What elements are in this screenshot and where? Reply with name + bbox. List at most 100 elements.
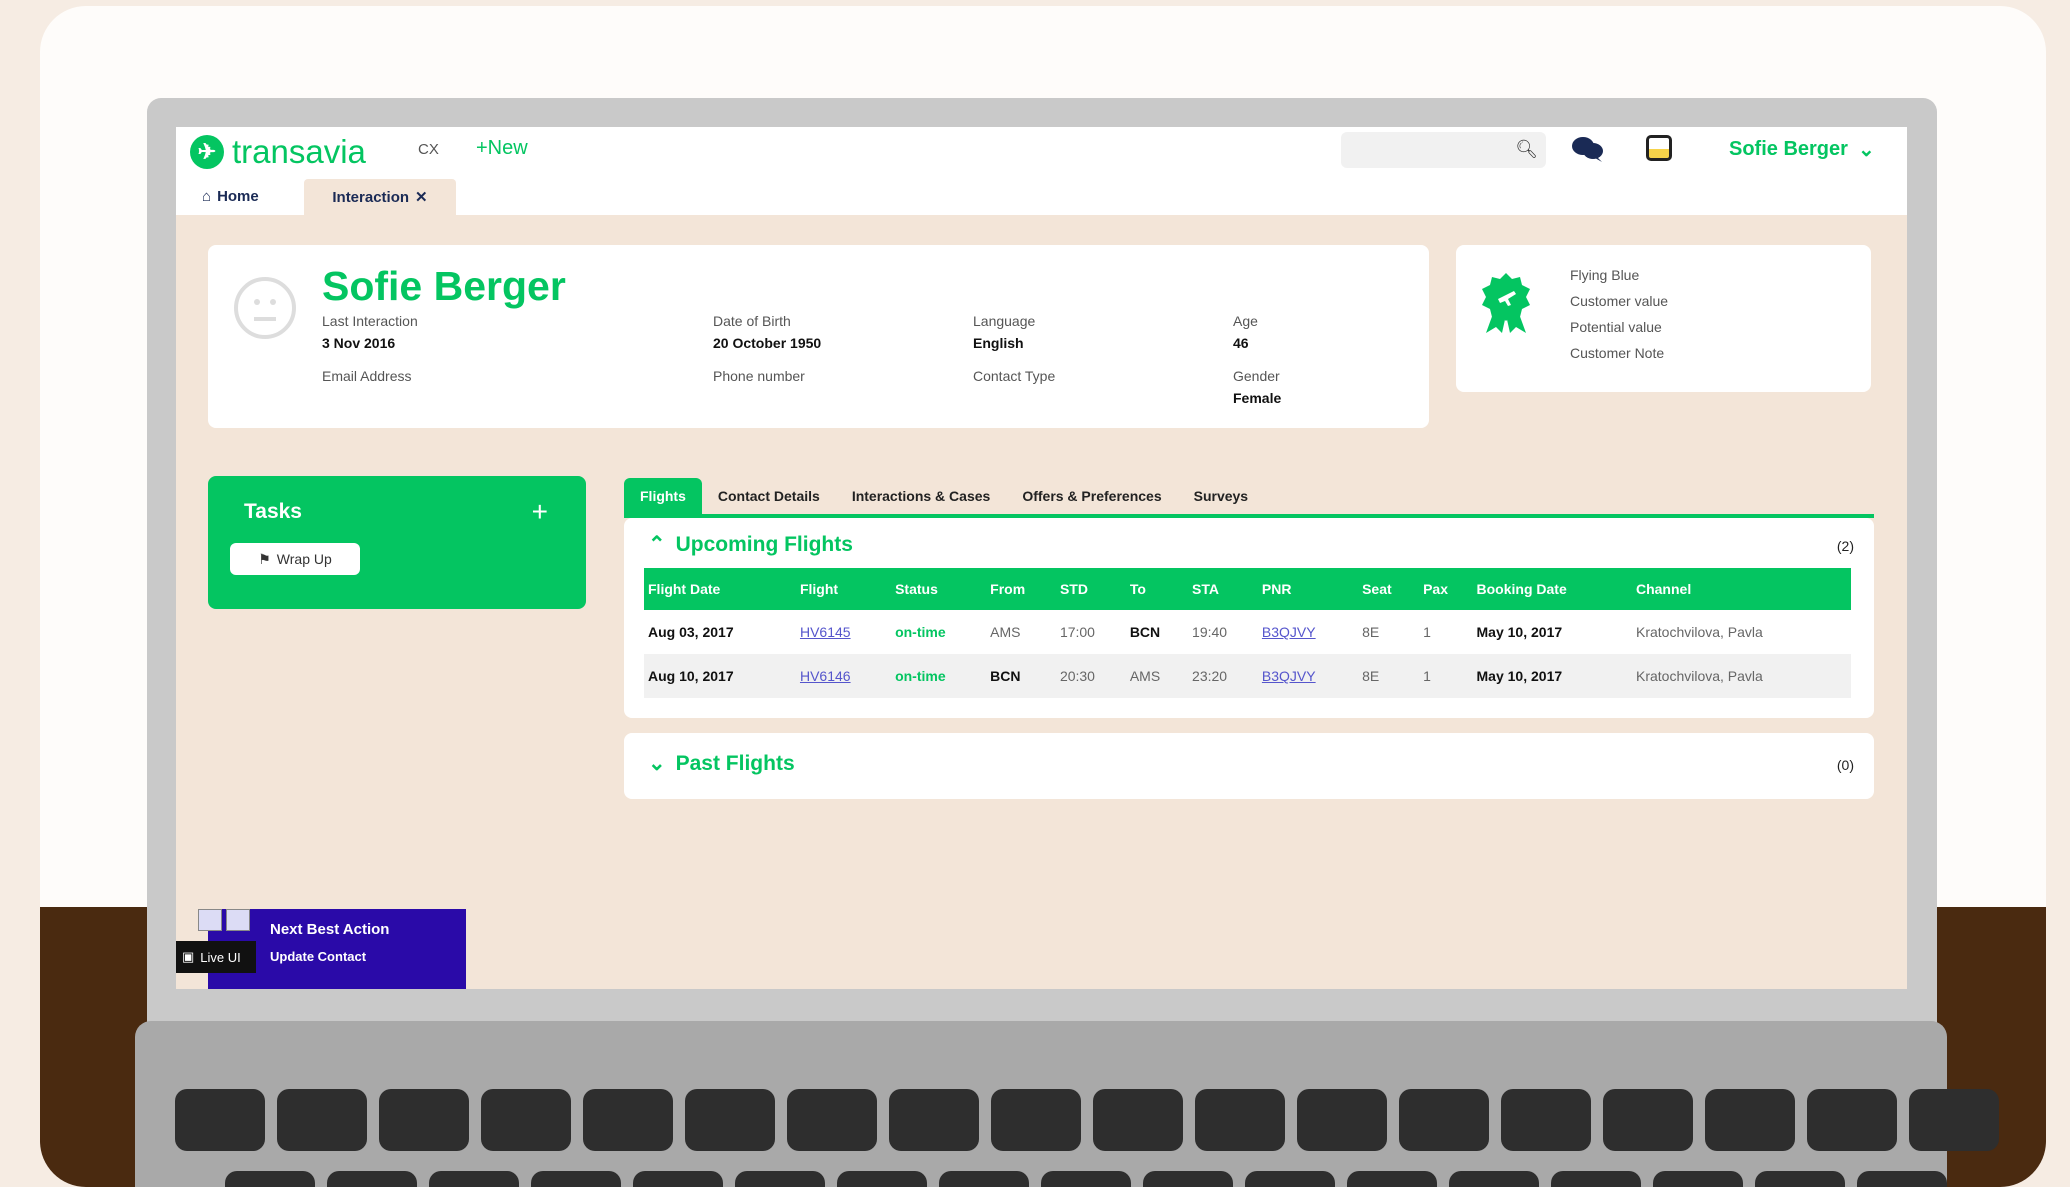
tab-flights[interactable]: Flights	[624, 478, 702, 514]
phone-label: Phone number	[713, 368, 805, 384]
nba-toolbar	[198, 909, 250, 931]
col-pax[interactable]: Pax	[1419, 568, 1473, 610]
table-row[interactable]: Aug 03, 2017 HV6145 on-time AMS 17:00 BC…	[644, 610, 1851, 654]
seat-cell: 8E	[1362, 624, 1380, 640]
to-cell: AMS	[1125, 654, 1189, 698]
avatar	[234, 277, 296, 339]
upcoming-flights-card: ⌃ Upcoming Flights (2) Flight Date Fligh…	[624, 518, 1874, 718]
past-flights-title: Past Flights	[675, 751, 795, 775]
notes-icon[interactable]	[1646, 135, 1672, 161]
col-std[interactable]: STD	[1055, 568, 1126, 610]
dob-value: 20 October 1950	[713, 335, 822, 351]
age-value: 46	[1233, 335, 1249, 351]
flight-number-link[interactable]: HV6145	[796, 610, 891, 654]
chat-icon[interactable]	[1571, 135, 1605, 163]
tab-interactions-cases[interactable]: Interactions & Cases	[836, 488, 1007, 514]
gender-label: Gender	[1233, 368, 1280, 384]
pnr-link[interactable]: B3QJVY	[1257, 654, 1359, 698]
brand-logo[interactable]: ✈ transavia	[190, 133, 366, 171]
language-label: Language	[973, 313, 1036, 329]
flight-date-cell: Aug 03, 2017	[648, 624, 734, 640]
booking-date-cell: May 10, 2017	[1476, 624, 1563, 640]
next-best-action-title: Next Best Action	[270, 921, 390, 938]
table-row[interactable]: Aug 10, 2017 HV6146 on-time BCN 20:30 AM…	[644, 654, 1851, 698]
col-seat[interactable]: Seat	[1358, 568, 1420, 610]
pnr-link[interactable]: B3QJVY	[1258, 610, 1358, 654]
status-cell: on-time	[891, 654, 987, 698]
col-flight[interactable]: Flight	[795, 568, 892, 610]
tab-interaction[interactable]: Interaction ✕	[304, 179, 456, 215]
user-menu[interactable]: Sofie Berger ⌄	[1729, 137, 1875, 162]
tab-contact-details[interactable]: Contact Details	[702, 488, 836, 514]
seat-cell: 8E	[1358, 654, 1420, 698]
upcoming-flights-table: Flight Date Flight Status From STD To ST…	[644, 568, 1851, 698]
laptop-keyboard	[135, 1021, 1999, 1187]
dob-label: Date of Birth	[713, 313, 791, 329]
screen-icon: ▣	[182, 949, 195, 964]
from-cell: BCN	[986, 654, 1056, 698]
col-sta[interactable]: STA	[1188, 568, 1258, 610]
past-flights-card: ⌄ Past Flights (0)	[624, 733, 1874, 799]
col-from[interactable]: From	[986, 568, 1056, 610]
col-pnr[interactable]: PNR	[1257, 568, 1359, 610]
transavia-logo-icon: ✈	[190, 135, 224, 169]
customer-name: Sofie Berger	[322, 263, 566, 309]
col-channel[interactable]: Channel	[1631, 568, 1851, 610]
loyalty-program: Flying Blue	[1570, 267, 1640, 283]
workspace-tabs: ⌂ Home Interaction ✕	[176, 179, 1907, 215]
new-button[interactable]: +New	[476, 137, 528, 160]
col-to[interactable]: To	[1125, 568, 1189, 610]
award-badge-icon	[1482, 273, 1530, 333]
upcoming-flights-toggle[interactable]: ⌃ Upcoming Flights	[648, 532, 853, 557]
booking-date-cell: May 10, 2017	[1472, 654, 1632, 698]
chevron-down-icon: ⌄	[648, 752, 666, 775]
flight-date-cell: Aug 10, 2017	[644, 654, 796, 698]
wrap-up-button[interactable]: ⚑ Wrap Up	[230, 543, 360, 575]
chevron-up-icon: ⌃	[648, 533, 666, 556]
tasks-title: Tasks	[244, 500, 302, 523]
potential-value-label: Potential value	[1570, 319, 1662, 335]
col-status[interactable]: Status	[891, 568, 987, 610]
tab-surveys[interactable]: Surveys	[1178, 488, 1264, 514]
close-icon[interactable]: ✕	[415, 188, 428, 206]
home-icon: ⌂	[202, 188, 212, 205]
tab-offers-preferences[interactable]: Offers & Preferences	[1006, 488, 1177, 514]
user-name: Sofie Berger	[1729, 138, 1848, 160]
from-cell: AMS	[990, 624, 1021, 640]
flight-number-link[interactable]: HV6146	[795, 654, 892, 698]
flag-icon: ⚑	[258, 550, 271, 567]
add-task-button[interactable]: +	[532, 496, 548, 528]
table-header-row: Flight Date Flight Status From STD To ST…	[644, 568, 1851, 610]
brand-name: transavia	[232, 133, 366, 170]
loyalty-card: Flying Blue Customer value Potential val…	[1456, 245, 1871, 392]
upcoming-flights-count: (2)	[1836, 538, 1854, 554]
past-flights-count: (0)	[1836, 757, 1854, 773]
window-icon[interactable]	[226, 909, 250, 931]
person-icon[interactable]	[198, 909, 222, 931]
upcoming-flights-title: Upcoming Flights	[675, 532, 853, 556]
contact-type-label: Contact Type	[973, 368, 1056, 384]
customer-profile-card: Sofie Berger Last Interaction 3 Nov 2016…	[208, 245, 1429, 428]
tasks-panel: Tasks + ⚑ Wrap Up	[208, 476, 586, 609]
search-icon[interactable]: 🔍︎	[1515, 139, 1538, 160]
col-flight-date[interactable]: Flight Date	[644, 568, 796, 610]
top-bar: ✈ transavia CX +New 🔍︎ Sofie Berger ⌄ ⌂ …	[176, 127, 1907, 215]
main-tabs: Flights Contact Details Interactions & C…	[624, 476, 1874, 518]
age-label: Age	[1233, 313, 1258, 329]
past-flights-toggle[interactable]: ⌄ Past Flights	[648, 751, 795, 776]
tab-interaction-label: Interaction	[332, 188, 410, 206]
live-ui-button[interactable]: ▣ Live UI	[176, 941, 256, 973]
std-cell: 17:00	[1059, 624, 1095, 640]
tab-home-label: Home	[217, 188, 259, 205]
chevron-down-icon: ⌄	[1857, 139, 1875, 161]
update-contact-action[interactable]: Update Contact	[270, 949, 366, 964]
status-cell: on-time	[895, 624, 946, 640]
col-booking-date[interactable]: Booking Date	[1472, 568, 1632, 610]
search-input[interactable]: 🔍︎	[1341, 132, 1546, 168]
tab-home[interactable]: ⌂ Home	[202, 188, 259, 205]
last-interaction-value: 3 Nov 2016	[322, 335, 396, 351]
sta-cell: 23:20	[1188, 654, 1258, 698]
pax-cell: 1	[1419, 654, 1473, 698]
app-screen: ✈ transavia CX +New 🔍︎ Sofie Berger ⌄ ⌂ …	[176, 127, 1907, 989]
gender-value: Female	[1233, 390, 1282, 406]
